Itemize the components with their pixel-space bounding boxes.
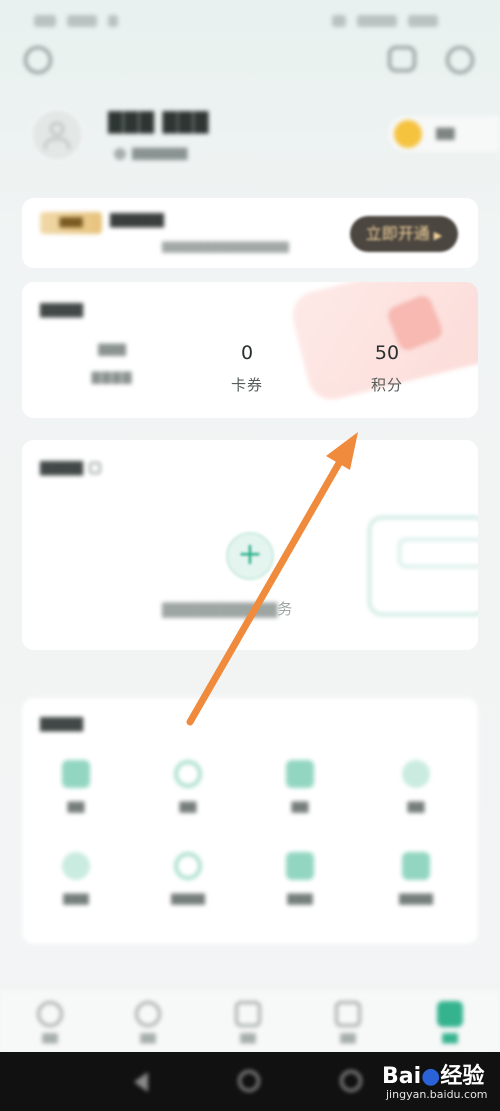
chevron-right-icon: ▶ — [433, 229, 443, 242]
back-icon[interactable] — [134, 1072, 148, 1092]
clock-text — [408, 14, 438, 27]
tools-card: ▇▇▇▇ ▇▇ ▇▇ ▇▇ ▇▇ ▇▇▇ ▇▇▇▇ ▇▇▇ ▇▇▇▇ — [22, 698, 478, 944]
tool-item[interactable]: ▇▇ — [366, 760, 466, 830]
watermark: Bai●经验 jingyan.baidu.com — [356, 1058, 496, 1108]
asset-label: ▇▇▇▇ — [91, 370, 133, 384]
tools-title: ▇▇▇▇ — [40, 716, 84, 732]
tab-label: ▇▇ — [240, 1033, 256, 1044]
tab-shop[interactable]: ▇▇ — [318, 1001, 378, 1044]
tool-icon — [402, 760, 430, 788]
tool-item[interactable]: ▇▇ — [26, 760, 126, 830]
tool-icon — [62, 852, 90, 880]
account-icon — [114, 147, 126, 160]
tool-label: ▇▇▇ — [63, 892, 89, 905]
vip-chip-label: ▇▇ — [436, 126, 455, 140]
discover-icon — [135, 1001, 161, 1027]
tool-item[interactable]: ▇▇▇▇ — [366, 852, 466, 922]
paw-icon: ● — [421, 1064, 441, 1089]
coin-icon — [394, 120, 422, 148]
devices-card: ▇▇▇▇ + ▇▇▇▇▇▇▇▇▇▇务 — [22, 440, 478, 650]
edit-icon[interactable] — [89, 462, 102, 474]
tool-label: ▇▇▇▇ — [171, 892, 205, 905]
tool-item[interactable]: ▇▇ — [138, 760, 238, 830]
member-title: ▇▇▇▇▇ — [110, 212, 164, 228]
home-button-icon[interactable] — [238, 1070, 260, 1092]
device-illustration-detail — [398, 538, 478, 568]
tab-label: ▇▇ — [340, 1033, 356, 1044]
tool-icon — [174, 852, 202, 880]
assets-balance[interactable]: ▇▇▇ ▇▇▇▇ — [52, 342, 172, 384]
devices-title: ▇▇▇▇ — [40, 460, 102, 476]
tool-label: ▇▇ — [291, 800, 309, 813]
open-membership-button[interactable]: 立即开通 ▶ — [350, 216, 458, 252]
customer-service-icon[interactable] — [446, 46, 478, 76]
tool-icon — [286, 852, 314, 880]
asset-value: 0 — [240, 342, 254, 364]
alarm-icon — [331, 14, 346, 27]
asset-value: 50 — [374, 342, 400, 364]
user-subtitle[interactable]: ▇▇▇▇▇▇ — [114, 146, 187, 160]
tool-item[interactable]: ▇▇ — [250, 760, 350, 830]
tool-icon — [174, 760, 202, 788]
wifi-icon — [108, 14, 119, 27]
tab-home[interactable]: ▇▇ — [20, 1001, 80, 1044]
profile-icon — [437, 1001, 463, 1027]
member-description: ▇▇▇▇▇▇▇▇▇▇▇▇▇▇▇ — [162, 240, 289, 253]
top-nav — [0, 40, 500, 84]
tab-label: ▇▇ — [140, 1033, 156, 1044]
add-device-hint: ▇▇▇▇▇▇▇▇▇▇务 — [162, 600, 293, 618]
assets-card: ▇▇▇▇ ▇▇▇ ▇▇▇▇ 0 卡券 50 积分 — [22, 282, 478, 418]
signal-indicators — [34, 10, 134, 27]
signal-icon — [34, 14, 56, 27]
username[interactable]: ███ ███ — [108, 112, 209, 134]
tool-label: ▇▇▇▇ — [399, 892, 433, 905]
menu-icon[interactable] — [24, 46, 56, 76]
tool-item[interactable]: ▇▇▇ — [26, 852, 126, 922]
tab-label: ▇▇ — [42, 1033, 58, 1044]
tool-label: ▇▇▇ — [287, 892, 313, 905]
tool-label: ▇▇ — [407, 800, 425, 813]
asset-label: 积分 — [370, 376, 403, 394]
tool-item[interactable]: ▇▇▇▇ — [138, 852, 238, 922]
tab-bar: ▇▇ ▇▇ ▇▇ ▇▇ ▇▇ — [0, 988, 500, 1052]
profile-section: ███ ███ ▇▇▇▇▇▇ ▇▇ — [0, 100, 500, 180]
asset-value: ▇▇▇ — [98, 342, 126, 356]
assets-coupons[interactable]: 0 卡券 — [187, 342, 307, 395]
tool-icon — [286, 760, 314, 788]
system-indicators — [324, 10, 444, 27]
status-bar — [0, 0, 500, 36]
add-device-button[interactable]: + — [226, 532, 274, 580]
message-icon[interactable] — [388, 46, 420, 76]
tool-item[interactable]: ▇▇▇ — [250, 852, 350, 922]
tab-discover[interactable]: ▇▇ — [118, 1001, 178, 1044]
network-icon — [67, 14, 98, 27]
watermark-site: jingyan.baidu.com — [386, 1088, 488, 1101]
avatar[interactable] — [30, 108, 84, 162]
tab-label: ▇▇ — [442, 1033, 458, 1044]
tool-label: ▇▇ — [179, 800, 197, 813]
shop-icon — [335, 1001, 361, 1027]
service-icon — [235, 1001, 261, 1027]
member-badge: ▇▇▇ — [40, 212, 102, 234]
asset-label: 卡券 — [230, 376, 263, 394]
tool-label: ▇▇ — [67, 800, 85, 813]
tab-service[interactable]: ▇▇ — [218, 1001, 278, 1044]
tab-mine[interactable]: ▇▇ — [420, 1001, 480, 1044]
watermark-brand: Bai●经验 — [382, 1064, 485, 1089]
tool-icon — [402, 852, 430, 880]
tool-icon — [62, 760, 90, 788]
assets-points[interactable]: 50 积分 — [327, 342, 447, 395]
assets-title: ▇▇▇▇ — [40, 302, 84, 318]
membership-card[interactable]: ▇▇▇ ▇▇▇▇▇ ▇▇▇▇▇▇▇▇▇▇▇▇▇▇▇ 立即开通 ▶ — [22, 198, 478, 268]
battery-icon — [356, 14, 397, 27]
home-icon — [37, 1001, 63, 1027]
vip-chip[interactable]: ▇▇ — [388, 116, 500, 152]
